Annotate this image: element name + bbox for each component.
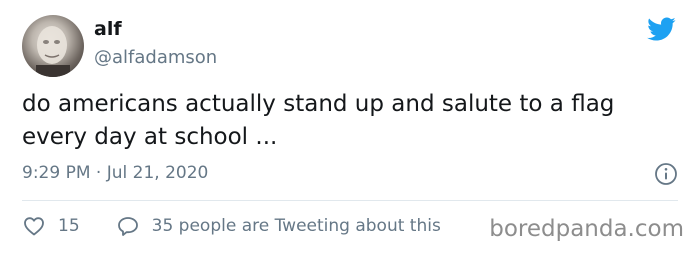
user-name[interactable]: alf (94, 16, 122, 42)
twitter-bird-icon[interactable] (644, 14, 678, 44)
like-count: 15 (58, 216, 80, 236)
info-icon[interactable] (654, 162, 678, 186)
tweet-card: alf @alfadamson do americans actually st… (0, 0, 700, 253)
speech-bubble-icon (117, 217, 138, 236)
action-bar: 15 35 people are Tweeting about this (22, 212, 441, 240)
tweeting-about-link[interactable]: 35 people are Tweeting about this (116, 214, 441, 238)
divider (22, 200, 678, 201)
tweeting-about-text: 35 people are Tweeting about this (151, 216, 441, 236)
like-button[interactable]: 15 (22, 214, 80, 238)
tweet-timestamp[interactable]: 9:29 PM · Jul 21, 2020 (22, 160, 208, 186)
heart-icon (24, 217, 44, 236)
avatar[interactable] (22, 15, 84, 77)
watermark: boredpanda.com (489, 216, 684, 242)
user-handle[interactable]: @alfadamson (94, 46, 217, 70)
tweet-text: do americans actually stand up and salut… (22, 91, 615, 150)
